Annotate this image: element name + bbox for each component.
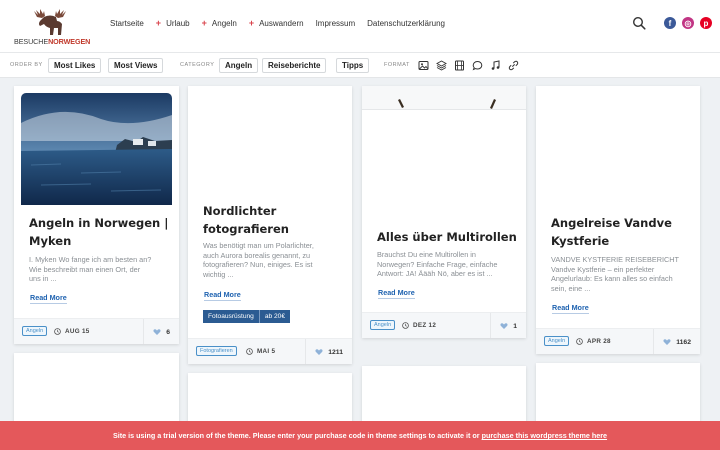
heart-icon (663, 339, 671, 345)
category-tag[interactable]: Angeln (544, 336, 570, 346)
price-badge[interactable]: Fotoausrüstung ab 20€ (203, 310, 290, 323)
filter-bar: ORDER BY Most Likes Most Views CATEGORY … (0, 52, 720, 78)
category-tipps-button[interactable]: Tipps (336, 58, 370, 73)
heart-icon (153, 329, 161, 335)
post-card[interactable]: Alles über Multirollen Brauchst Du eine … (362, 86, 526, 338)
like-button[interactable]: 1211 (305, 339, 352, 364)
nav-item-impressum[interactable]: Impressum (316, 18, 356, 28)
category-reiseberichte-button[interactable]: Reiseberichte (262, 58, 327, 73)
plus-icon: + (248, 18, 255, 28)
film-icon[interactable] (454, 60, 465, 71)
nav-item-auswandern[interactable]: + Auswandern (249, 18, 304, 28)
music-icon[interactable] (490, 60, 501, 71)
post-excerpt: Brauchst Du eine Multirollen in Norwegen… (377, 250, 498, 279)
order-most-views-button[interactable]: Most Views (108, 58, 164, 73)
link-icon[interactable] (508, 60, 519, 71)
purchase-theme-link[interactable]: purchase this wordpress theme here (482, 431, 607, 440)
post-excerpt: I. Myken Wo fange ich am besten an? Wie … (29, 255, 152, 284)
post-title[interactable]: Alles über Multirollen (377, 228, 517, 246)
search-icon[interactable] (632, 16, 646, 30)
site-logo[interactable]: BESUCHENORWEGEN (14, 8, 91, 48)
plus-icon: + (155, 18, 162, 28)
category-tag[interactable]: Fotografieren (196, 346, 237, 356)
nav-item-urlaub[interactable]: + Urlaub (156, 18, 190, 28)
post-thumbnail-image[interactable] (362, 86, 526, 110)
facebook-icon[interactable]: f (664, 17, 676, 29)
header-actions: f ◎ p (632, 16, 712, 30)
post-footer: Angeln APR 28 1162 (536, 328, 700, 354)
trial-notice-bar: Site is using a trial version of the the… (0, 421, 720, 450)
nav-item-angeln[interactable]: + Angeln (202, 18, 237, 28)
post-date: APR 28 (576, 338, 611, 345)
post-thumbnail-sea-image[interactable] (21, 93, 172, 205)
clock-icon (54, 328, 61, 335)
site-header: BESUCHENORWEGEN Startseite + Urlaub + Ange… (0, 0, 720, 52)
price-label: Fotoausrüstung (208, 313, 254, 320)
read-more-link[interactable]: Read More (30, 293, 67, 304)
post-footer: Fotografieren MAI 5 1211 (188, 338, 352, 364)
pinterest-icon[interactable]: p (700, 17, 712, 29)
chat-icon[interactable] (472, 60, 483, 71)
like-button[interactable]: 6 (143, 319, 179, 344)
post-date: DEZ 12 (402, 322, 436, 329)
read-more-link[interactable]: Read More (552, 303, 589, 314)
category-angeln-button[interactable]: Angeln (219, 58, 259, 73)
main-navigation: Startseite + Urlaub + Angeln + Auswandern I… (110, 18, 445, 28)
instagram-icon[interactable]: ◎ (682, 17, 694, 29)
moose-logo-icon (34, 9, 66, 35)
post-date: AUG 15 (54, 328, 90, 335)
clock-icon (402, 322, 409, 329)
nav-item-startseite[interactable]: Startseite (110, 18, 144, 28)
post-title[interactable]: Nordlichter fotografieren (203, 202, 289, 238)
post-excerpt: Was benötigt man um Polarlichter, auch A… (203, 241, 314, 279)
format-label: FORMAT (384, 62, 410, 68)
logo-text: BESUCHENORWEGEN (14, 37, 91, 46)
trial-notice-text: Site is using a trial version of the the… (112, 431, 482, 440)
like-button[interactable]: 1162 (653, 329, 700, 354)
post-title[interactable]: Angelreise Vandve Kystferie (551, 214, 672, 250)
nav-item-datenschutz[interactable]: Datenschutzerklärung (367, 18, 445, 28)
plus-icon: + (201, 18, 207, 28)
post-excerpt: VANDVE KYSTFERIE REISEBERICHT Vandve Kys… (551, 255, 679, 293)
image-icon[interactable] (418, 60, 429, 71)
heart-icon (315, 349, 323, 355)
category-tag[interactable]: Angeln (22, 326, 48, 336)
post-footer: Angeln AUG 15 6 (14, 318, 179, 344)
post-card[interactable]: Angeln in Norwegen | Myken I. Myken Wo f… (14, 86, 179, 344)
post-footer: Angeln DEZ 12 1 (362, 312, 526, 338)
price-value: ab 20€ (258, 310, 290, 323)
order-most-likes-button[interactable]: Most Likes (48, 58, 102, 73)
post-card[interactable]: Nordlichter fotografieren Was benötigt m… (188, 86, 352, 364)
post-card[interactable]: Angelreise Vandve Kystferie VANDVE KYSTF… (536, 86, 700, 354)
layers-icon[interactable] (436, 60, 447, 71)
clock-icon (246, 348, 253, 355)
read-more-link[interactable]: Read More (204, 290, 241, 301)
order-by-label: ORDER BY (10, 62, 43, 68)
clock-icon (576, 338, 583, 345)
category-tag[interactable]: Angeln (370, 320, 396, 330)
like-button[interactable]: 1 (490, 313, 526, 338)
post-title[interactable]: Angeln in Norwegen | Myken (29, 214, 168, 250)
category-label: CATEGORY (180, 62, 215, 68)
post-date: MAI 5 (246, 348, 275, 355)
read-more-link[interactable]: Read More (378, 288, 415, 299)
heart-icon (500, 323, 508, 329)
